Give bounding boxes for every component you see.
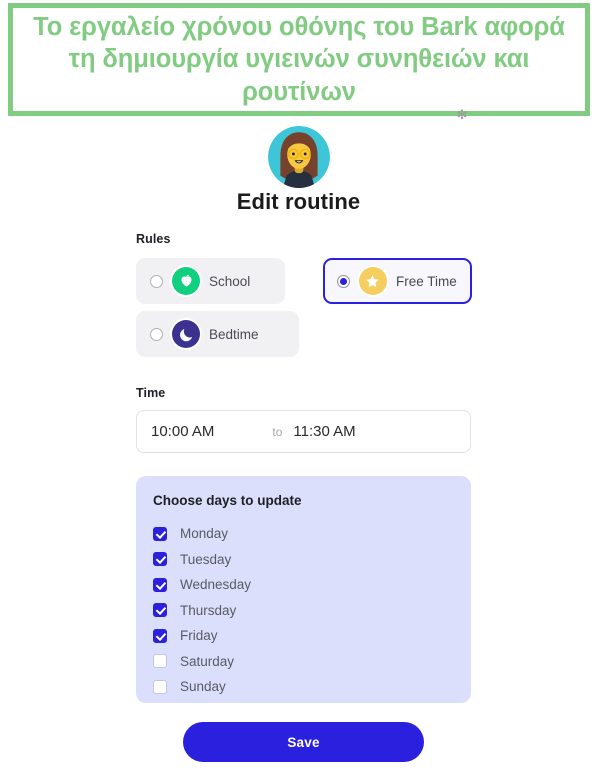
checkbox-friday[interactable] [153,628,167,643]
rules-row-1: School Free Time [136,258,472,304]
choose-days-panel: Choose days to update Monday Tuesday Wed… [136,476,471,703]
time-end-input[interactable]: 11:30 AM [293,423,355,440]
moon-icon [172,320,200,348]
rule-label-school: School [209,273,251,289]
radio-school[interactable] [150,274,163,288]
rule-label-bedtime: Bedtime [209,326,259,342]
avatar-container [0,126,597,188]
apple-icon [172,267,200,295]
day-row-tuesday[interactable]: Tuesday [153,547,471,573]
day-label-wednesday: Wednesday [180,577,252,593]
rule-option-bedtime[interactable]: Bedtime [136,311,299,357]
radio-bedtime[interactable] [150,327,163,341]
checkbox-sunday[interactable] [153,679,167,694]
checkbox-saturday[interactable] [153,654,167,669]
time-range-field[interactable]: 10:00 AM to 11:30 AM [136,410,471,453]
checkbox-thursday[interactable] [153,603,167,618]
day-label-saturday: Saturday [180,653,235,669]
day-row-thursday[interactable]: Thursday [153,598,471,624]
day-label-monday: Monday [180,526,229,542]
avatar [267,126,330,188]
rules-section-label: Rules [136,232,171,246]
time-separator-label: to [272,424,283,439]
radio-free-time[interactable] [336,274,350,288]
rules-row-2: Bedtime [136,311,472,357]
checkbox-tuesday[interactable] [153,552,167,567]
choose-days-title: Choose days to update [153,493,302,508]
day-label-thursday: Thursday [180,602,237,618]
time-start-input[interactable]: 10:00 AM [151,423,214,440]
rules-group: School Free Time Bedtime [136,258,472,364]
promo-banner: Το εργαλείο χρόνου οθόνης του Bark αφορά… [8,3,590,116]
day-row-friday[interactable]: Friday [153,623,471,649]
save-button[interactable]: Save [183,722,424,762]
promo-banner-text: Το εργαλείο χρόνου οθόνης του Bark αφορά… [33,12,565,106]
day-row-sunday[interactable]: Sunday [153,674,471,700]
rule-option-school[interactable]: School [136,258,285,304]
day-row-monday[interactable]: Monday [153,521,471,547]
day-row-wednesday[interactable]: Wednesday [153,572,471,598]
day-label-friday: Friday [180,628,218,644]
rule-label-free-time: Free Time [395,273,457,289]
page-title: Edit routine [236,189,361,214]
day-label-sunday: Sunday [180,679,226,695]
day-row-saturday[interactable]: Saturday [153,649,471,675]
time-section-label: Time [136,386,166,400]
checkbox-wednesday[interactable] [153,577,167,592]
checkbox-monday[interactable] [153,526,167,541]
rule-option-free-time[interactable]: Free Time [322,258,472,304]
banner-artifact-mark: ✻ [456,107,468,122]
star-icon [358,267,387,295]
day-label-tuesday: Tuesday [180,551,232,567]
